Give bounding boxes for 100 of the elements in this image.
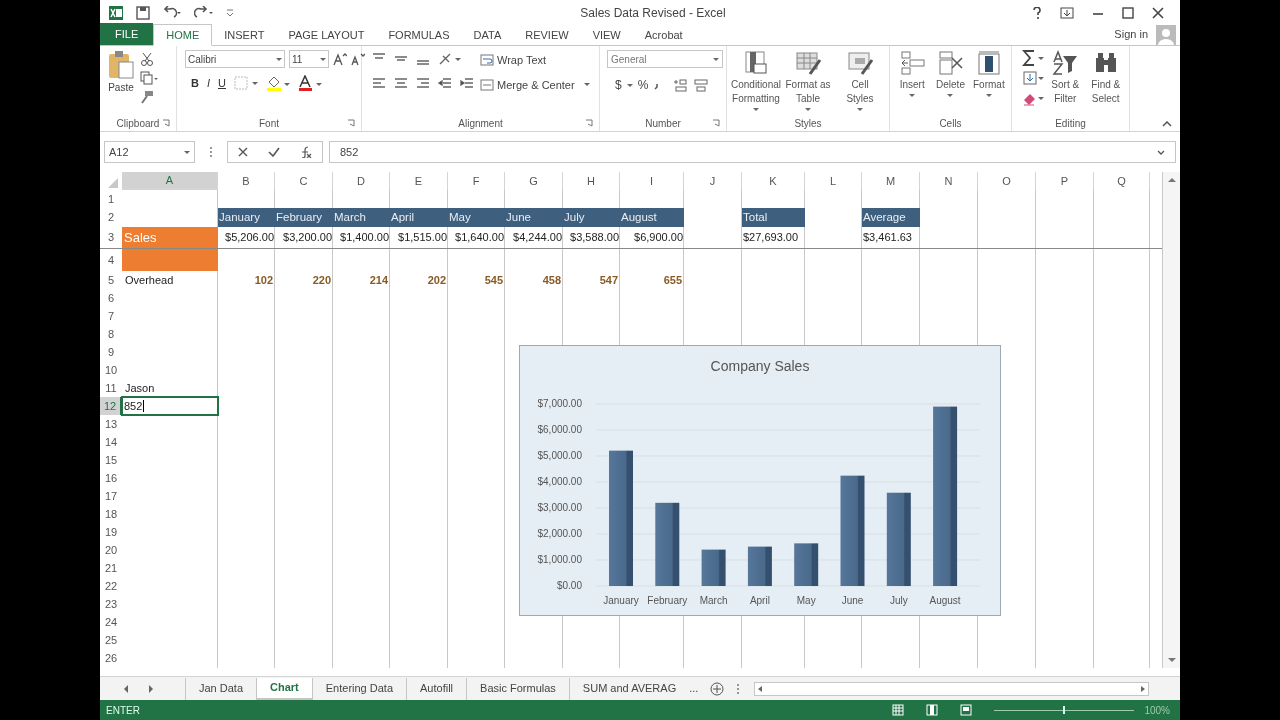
zoom-slider-thumb[interactable] — [1063, 706, 1066, 714]
row-header[interactable]: 10 — [100, 361, 122, 379]
number-format-field[interactable]: General — [607, 50, 723, 68]
row-header[interactable]: 6 — [100, 289, 122, 307]
help-icon[interactable] — [1032, 7, 1042, 19]
row-header[interactable]: 8 — [100, 325, 122, 343]
row-header[interactable]: 25 — [100, 631, 122, 649]
ribbon-tab[interactable]: HOME — [153, 24, 213, 46]
row-header[interactable]: 3 — [100, 227, 122, 248]
row-header[interactable]: 21 — [100, 559, 122, 577]
sheet-tab[interactable]: Entering Data — [311, 677, 407, 700]
customize-caret-icon[interactable] — [226, 8, 234, 18]
sign-in-link[interactable]: Sign in — [1114, 25, 1148, 42]
ribbon-tab[interactable]: PAGE LAYOUT — [276, 25, 377, 45]
file-tab[interactable]: FILE — [100, 23, 154, 45]
fill-down-icon[interactable] — [1022, 70, 1044, 86]
autosum-icon[interactable] — [1022, 50, 1044, 66]
ribbon-command-button[interactable]: Cell Styles — [835, 50, 885, 111]
ribbon-command-button[interactable]: Format as Table — [783, 50, 833, 111]
sheet-tab[interactable]: Chart — [256, 677, 312, 700]
wrap-text-button[interactable]: Wrap Text — [480, 52, 590, 69]
increase-decimal-icon[interactable] — [672, 78, 689, 92]
row-header[interactable]: 16 — [100, 469, 122, 487]
chart-bar[interactable] — [794, 543, 819, 586]
row-header[interactable]: 4 — [100, 249, 122, 271]
ribbon-tab[interactable]: FORMULAS — [376, 25, 462, 45]
collapse-ribbon-icon[interactable] — [1162, 121, 1172, 127]
formula-input-field[interactable]: 852 — [329, 141, 1176, 163]
maximize-icon[interactable] — [1122, 7, 1134, 19]
align-right-icon[interactable] — [416, 76, 430, 90]
chart-bar[interactable] — [701, 549, 726, 586]
ribbon-tab[interactable]: REVIEW — [513, 25, 581, 45]
shrink-font-icon[interactable] — [351, 52, 365, 66]
row-header[interactable]: 13 — [100, 415, 122, 433]
format-painter-icon[interactable] — [140, 90, 154, 104]
ribbon-command-button[interactable]: Format — [970, 50, 1007, 97]
scroll-up-icon[interactable] — [1166, 176, 1177, 184]
zoom-slider[interactable] — [994, 705, 1135, 715]
ribbon-command-button[interactable]: Conditional Formatting — [731, 50, 781, 111]
decrease-indent-icon[interactable] — [438, 76, 452, 90]
row-header[interactable]: 23 — [100, 595, 122, 613]
cancel-icon[interactable] — [238, 147, 248, 157]
dialog-launcher-icon[interactable] — [162, 119, 170, 127]
row-header[interactable]: 26 — [100, 649, 122, 667]
name-box[interactable]: A12 — [104, 141, 195, 163]
ribbon-command-button[interactable]: Insert — [894, 50, 931, 97]
align-center-icon[interactable] — [394, 76, 408, 90]
row-header[interactable]: 14 — [100, 433, 122, 451]
row-header[interactable]: 5 — [100, 271, 122, 289]
copy-icon[interactable] — [140, 71, 158, 85]
ribbon-command-button[interactable]: Find & Select — [1086, 50, 1125, 106]
font-size-field[interactable]: 11 — [289, 50, 329, 68]
align-left-icon[interactable] — [372, 76, 386, 90]
row-header[interactable]: 24 — [100, 613, 122, 631]
bold-button[interactable]: B — [191, 75, 199, 92]
more-sheets-button[interactable]: ... — [689, 680, 707, 697]
chart-bar[interactable] — [655, 502, 680, 586]
ribbon-tab[interactable]: INSERT — [212, 25, 277, 45]
font-color-icon[interactable] — [297, 75, 322, 92]
row-header[interactable]: 11 — [100, 379, 122, 397]
enter-check-icon[interactable] — [268, 147, 280, 157]
fill-color-icon[interactable] — [265, 75, 290, 92]
italic-button[interactable]: I — [206, 75, 210, 92]
chart-bar[interactable] — [747, 546, 772, 586]
next-sheet-icon[interactable] — [147, 683, 155, 694]
normal-view-icon[interactable] — [892, 704, 905, 716]
row-header[interactable]: 19 — [100, 523, 122, 541]
row-header[interactable]: 9 — [100, 343, 122, 361]
dialog-launcher-icon[interactable] — [585, 119, 593, 127]
chart-bar[interactable] — [886, 492, 911, 586]
ribbon-tab[interactable]: Acrobat — [632, 25, 695, 45]
ribbon-tab[interactable]: DATA — [461, 25, 514, 45]
ribbon-command-button[interactable]: Sort & Filter — [1046, 50, 1085, 106]
previous-sheet-icon[interactable] — [122, 683, 130, 694]
chart-area[interactable]: Company Sales $0.00 $1,000.00 $2,000.00 $3,000.00 $4,000.00 $5,000.00 $6,000.00 $7,000.00 January February March April May June July August — [519, 345, 1001, 616]
row-header[interactable]: 17 — [100, 487, 122, 505]
undo-icon[interactable] — [162, 6, 182, 20]
currency-button[interactable]: $ — [615, 76, 622, 94]
sheet-tab[interactable]: SUM and AVERAG — [568, 677, 690, 700]
sheet-tab[interactable]: Autofill — [406, 677, 467, 700]
percent-button[interactable]: % — [637, 76, 649, 94]
sheet-tab[interactable]: Basic Formulas — [466, 677, 569, 700]
underline-button[interactable]: U — [218, 75, 226, 92]
row-header[interactable]: 12 — [100, 397, 122, 415]
row-header[interactable]: 22 — [100, 577, 122, 595]
dialog-launcher-icon[interactable] — [712, 119, 720, 127]
vertical-scrollbar[interactable] — [1162, 172, 1180, 668]
active-cell[interactable]: 852 — [122, 397, 218, 415]
page-break-view-icon[interactable] — [960, 704, 973, 716]
more-options-icon[interactable] — [209, 146, 213, 158]
cut-icon[interactable] — [140, 52, 154, 66]
increase-indent-icon[interactable] — [460, 76, 474, 90]
row-header[interactable]: 18 — [100, 505, 122, 523]
chart-bar[interactable] — [933, 406, 958, 586]
row-header[interactable]: 2 — [100, 208, 122, 227]
ribbon-display-icon[interactable] — [1060, 7, 1074, 19]
decrease-decimal-icon[interactable] — [693, 78, 710, 92]
insert-function-icon[interactable] — [300, 146, 312, 158]
font-name-field[interactable]: Calibri — [185, 50, 285, 68]
row-header[interactable]: 7 — [100, 307, 122, 325]
